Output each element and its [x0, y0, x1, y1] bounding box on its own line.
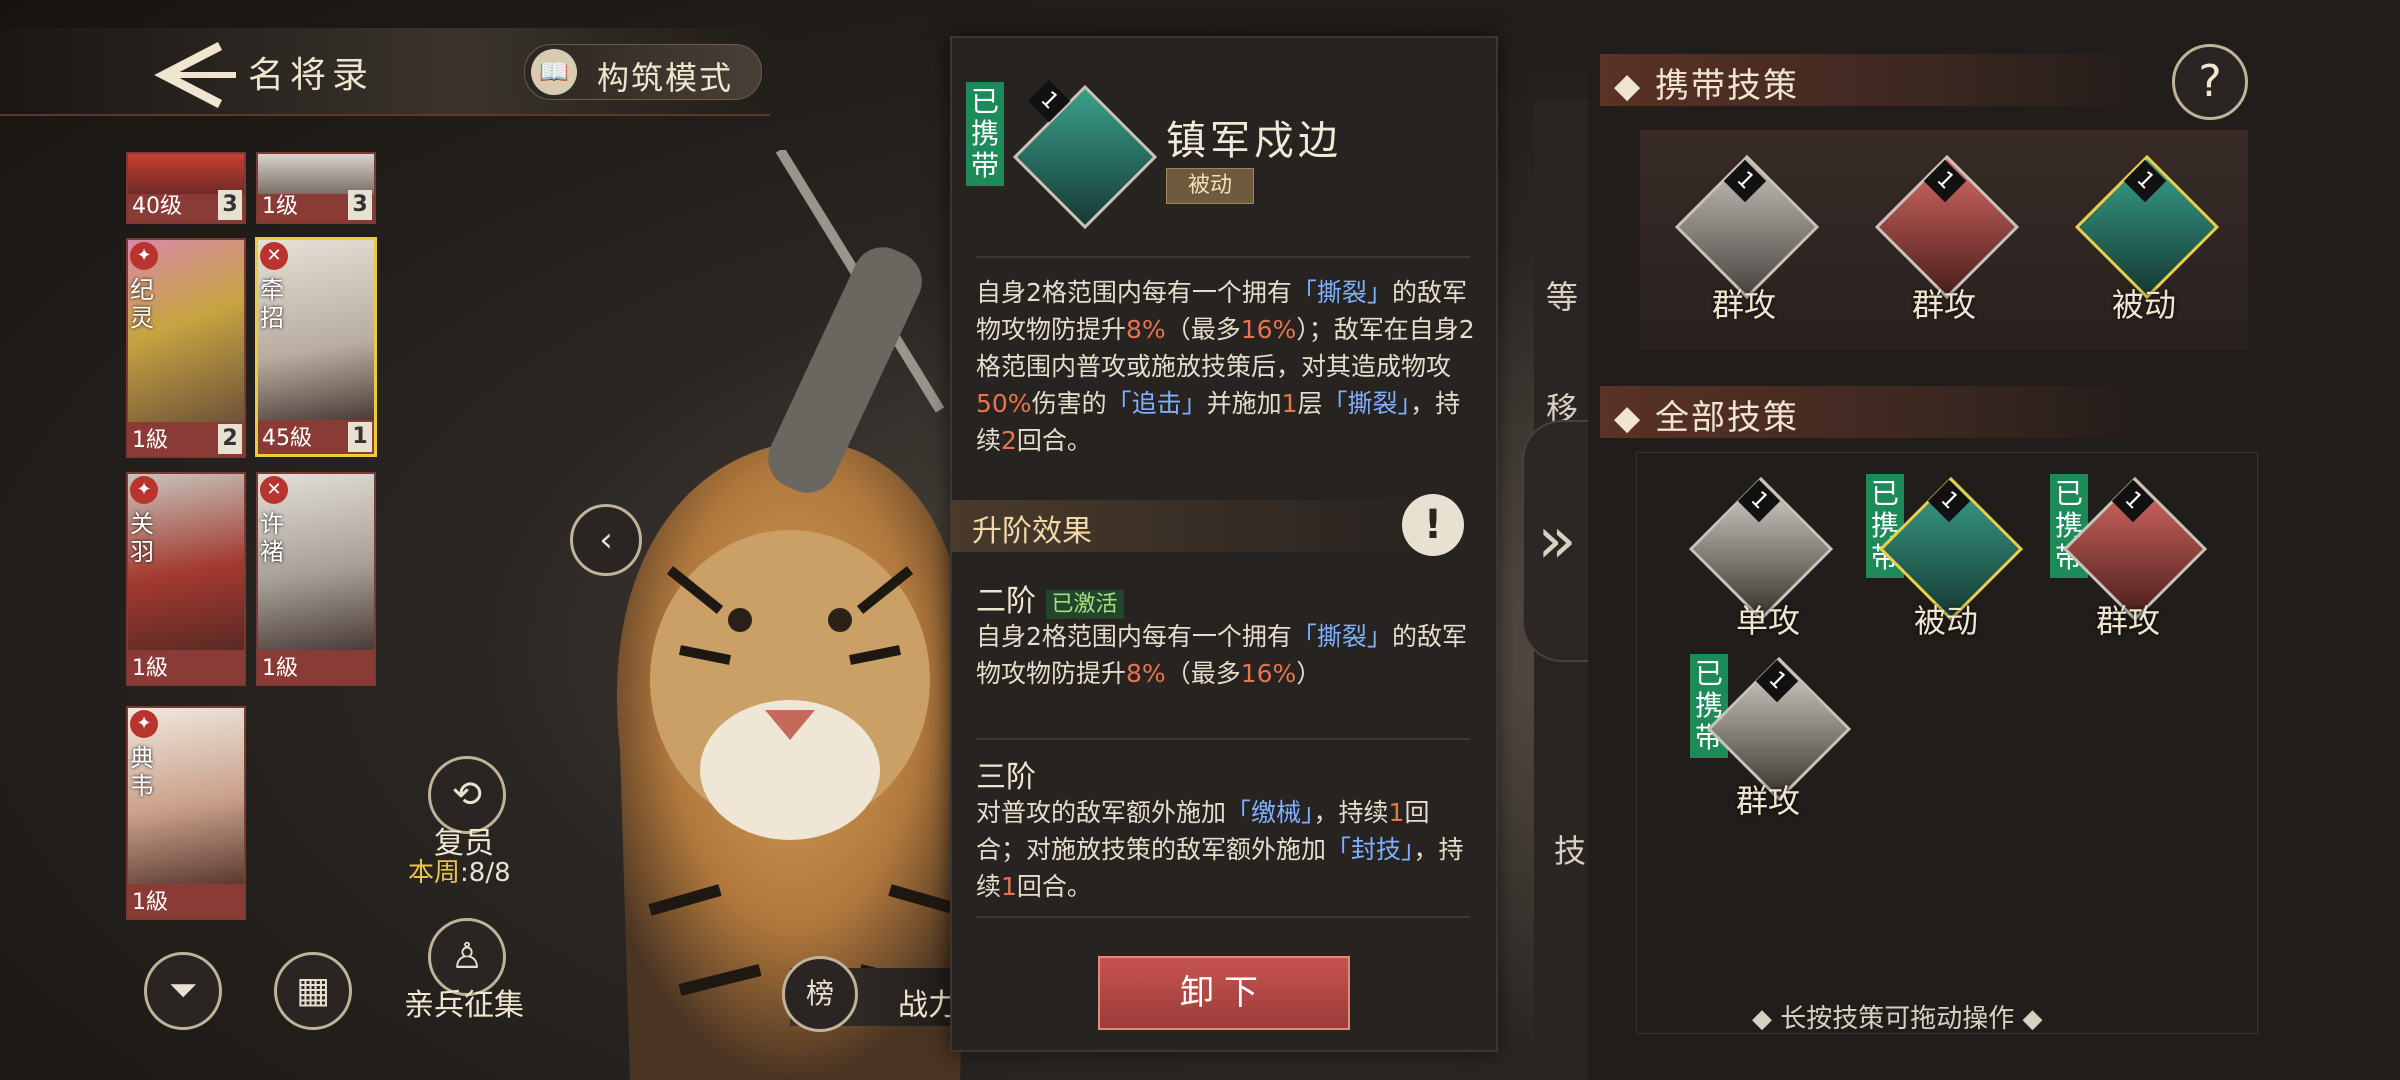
hero-name: 牵招	[260, 276, 284, 332]
grid-icon: ▦	[295, 970, 330, 1011]
rank-button[interactable]: 榜	[782, 956, 858, 1032]
side-label: 等	[1546, 278, 1579, 316]
info-button[interactable]: !	[1402, 494, 1464, 556]
tier3-description: 对普攻的敌军额外施加「缴械」，持续1回合；对施放技策的敌军额外施加「封技」，持续…	[976, 798, 1464, 901]
help-button[interactable]: ?	[2172, 44, 2248, 120]
tier2-title: 二阶 已激活	[976, 576, 1124, 620]
hero-card[interactable]: ✦ 关羽 1級	[126, 472, 246, 686]
grid-view-button[interactable]: ▦	[274, 952, 352, 1030]
carried-section-title: ◆ 携带技策	[1614, 66, 1799, 106]
carried-skill-label: 被动	[2112, 286, 2177, 324]
hero-name: 关羽	[130, 510, 154, 566]
recruit-icon: ♙	[450, 936, 484, 977]
faction-icon: ✦	[130, 476, 158, 504]
rank-icon: 榜	[805, 977, 834, 1010]
revive-icon: ⟲	[451, 774, 483, 815]
carried-skill-label: 群攻	[1912, 286, 1977, 324]
hero-card[interactable]: ✕ 许褚 1級	[256, 472, 376, 686]
hero-count: 3	[348, 190, 372, 220]
hero-name: 典韦	[130, 744, 154, 800]
hero-name: 纪灵	[130, 276, 154, 332]
skill-list-label: 被动	[1914, 602, 1979, 640]
skill-description: 自身2格范围内每有一个拥有「撕裂」的敌军物攻物防提升8%（最多16%）；敌军在自…	[976, 278, 1475, 455]
skill-name: 镇军戍边	[1166, 118, 1342, 164]
hero-card[interactable]: ✦ 纪灵 1級 2	[126, 238, 246, 458]
divider	[976, 916, 1470, 918]
hero-name: 许褚	[260, 510, 284, 566]
faction-icon: ✦	[130, 710, 158, 738]
skill-type-badge: 被动	[1166, 168, 1254, 204]
hero-level: 1級	[132, 428, 168, 453]
chevron-right-icon: »	[1537, 504, 1577, 578]
collapse-panel-button[interactable]: »	[1522, 420, 1590, 662]
hero-level: 1级	[262, 194, 298, 219]
left-arrow-icon: ‹	[599, 520, 613, 560]
skill-list-label: 群攻	[2096, 602, 2161, 640]
tier2-description: 自身2格范围内每有一个拥有「撕裂」的敌军物攻物防提升8%（最多16%）	[976, 622, 1467, 688]
filter-button[interactable]: ⏷	[144, 952, 222, 1030]
hero-level: 40级	[132, 194, 182, 219]
filter-icon: ⏷	[168, 970, 198, 1011]
weekly-counter: 本周:8/8	[408, 852, 511, 889]
recruit-label: 亲兵征集	[404, 988, 524, 1023]
carried-skill-label: 群攻	[1712, 286, 1777, 324]
skill-list-label: 单攻	[1736, 602, 1801, 640]
activated-badge: 已激活	[1045, 590, 1124, 619]
week-value: :8/8	[460, 858, 511, 888]
page-title: 名将录	[248, 55, 375, 96]
hero-card[interactable]: ✦ 典韦 1級	[126, 706, 246, 920]
tiger-artwork	[616, 150, 972, 1080]
hero-level: 1級	[132, 656, 168, 681]
all-section-title: ◆ 全部技策	[1614, 398, 1799, 438]
equipped-flag: 已携带	[966, 82, 1004, 186]
week-label: 本周	[408, 858, 461, 888]
side-label: 技	[1554, 832, 1587, 870]
skill-list-label: 群攻	[1736, 782, 1801, 820]
tier3-title: 三阶	[976, 760, 1036, 795]
drag-hint: ◆ 长按技策可拖动操作 ◆	[1752, 1004, 2043, 1034]
divider	[976, 256, 1470, 258]
previous-arrow-button[interactable]: ‹	[570, 504, 642, 576]
faction-icon: ✕	[260, 242, 288, 270]
hero-count: 3	[218, 190, 242, 220]
unload-button[interactable]: 卸下	[1098, 956, 1350, 1030]
hero-count: 1	[348, 422, 372, 452]
hero-card[interactable]: 40级 3	[126, 152, 246, 224]
hero-count: 2	[218, 424, 242, 454]
hero-card[interactable]: 1级 3	[256, 152, 376, 224]
power-label: 战力	[898, 988, 958, 1023]
hero-level: 1級	[262, 656, 298, 681]
faction-icon: ✦	[130, 242, 158, 270]
build-mode-button[interactable]: 📖 构筑模式	[524, 44, 762, 100]
divider	[976, 738, 1470, 740]
build-mode-label: 构筑模式	[597, 59, 734, 97]
hero-level: 45級	[262, 426, 312, 451]
hero-level: 1級	[132, 890, 168, 915]
faction-icon: ✕	[260, 476, 288, 504]
back-arrow-icon[interactable]	[150, 40, 240, 110]
hero-card-selected[interactable]: ✕ 牵招 45級 1	[255, 237, 377, 457]
upgrade-effect-label: 升阶效果	[972, 514, 1092, 549]
book-icon: 📖	[531, 49, 577, 95]
